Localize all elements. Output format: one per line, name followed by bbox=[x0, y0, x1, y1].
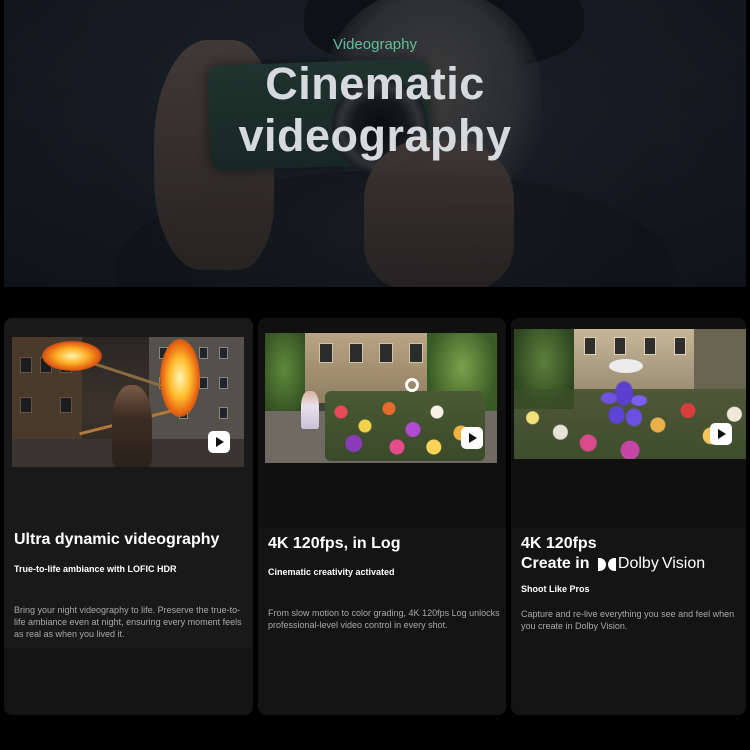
fire-flame bbox=[160, 339, 200, 417]
play-icon[interactable] bbox=[208, 431, 230, 453]
play-icon[interactable] bbox=[710, 423, 732, 445]
card-heading: Ultra dynamic videography bbox=[14, 531, 220, 548]
video-thumbnail-flowers[interactable] bbox=[514, 329, 746, 459]
video-thumbnail-fire-dancer[interactable] bbox=[12, 337, 244, 467]
dolby-logo-suffix: Vision bbox=[661, 555, 706, 572]
card-description: Bring your night videography to life. Pr… bbox=[14, 605, 242, 639]
video-thumbnail-flower-market[interactable] bbox=[265, 333, 497, 463]
feature-card-dolby-vision: 4K 120fps Create in Dolby Vision Shoot L… bbox=[511, 318, 746, 715]
thumb-flower-stall bbox=[325, 391, 485, 461]
card-subheading: Cinematic creativity activated bbox=[268, 567, 395, 577]
hero-title-line1: Cinematic bbox=[265, 58, 485, 109]
dolby-vision-logo: Dolby Vision bbox=[597, 554, 706, 574]
card-heading: 4K 120fps, in Log bbox=[268, 535, 401, 552]
card-heading-line2: Create in bbox=[521, 555, 590, 573]
dolby-logo-text: Dolby bbox=[617, 555, 659, 572]
hero-banner: Videography Cinematic videography bbox=[4, 0, 746, 287]
hero-title-line2: videography bbox=[238, 110, 512, 161]
thumb-person bbox=[301, 391, 319, 429]
thumb-hat bbox=[609, 359, 643, 373]
ring-light bbox=[405, 378, 419, 392]
card-heading-line1: 4K 120fps bbox=[521, 535, 597, 552]
card-subheading: Shoot Like Pros bbox=[521, 584, 590, 594]
hero-title: Cinematic videography bbox=[4, 58, 746, 162]
thumb-purple-flowers bbox=[599, 379, 649, 427]
feature-card-ultra-dynamic: Ultra dynamic videography True-to-life a… bbox=[4, 318, 253, 715]
card-description: From slow motion to color grading, 4K 12… bbox=[268, 608, 500, 630]
fire-flame bbox=[42, 341, 102, 371]
card-description: Capture and re-live everything you see a… bbox=[521, 609, 735, 631]
feature-card-4k-log: 4K 120fps, in Log Cinematic creativity a… bbox=[258, 318, 506, 715]
fire-dancer bbox=[112, 385, 152, 467]
hero-eyebrow: Videography bbox=[333, 36, 417, 53]
play-icon[interactable] bbox=[461, 427, 483, 449]
card-heading: 4K 120fps Create in Dolby Vision bbox=[521, 534, 705, 574]
dolby-double-d-icon bbox=[597, 557, 616, 571]
card-subheading: True-to-life ambiance with LOFIC HDR bbox=[14, 564, 177, 574]
